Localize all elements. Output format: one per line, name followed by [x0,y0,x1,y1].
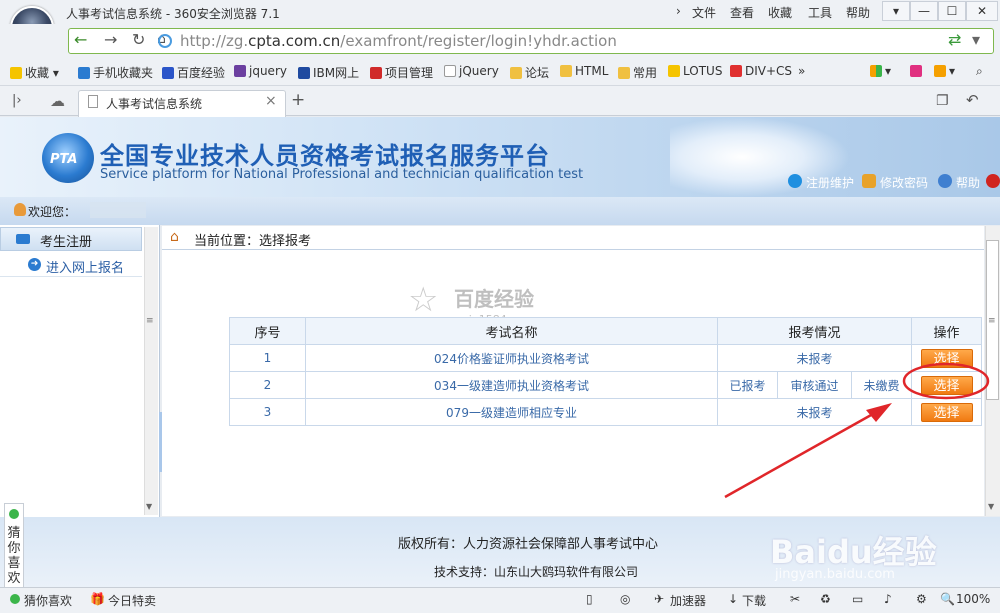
recycle-icon[interactable]: ♻ [820,592,831,606]
zoom-icon: 🔍 [940,592,955,606]
status-dot-icon [9,509,19,519]
baidu-watermark-url: jingyan.baidu.com [775,567,895,582]
status-today-sale[interactable]: 今日特卖 [108,592,156,609]
zoom-level[interactable]: 100% [956,592,990,606]
annotation-circle [902,362,990,400]
status-guess-like[interactable]: 猜你喜欢 [24,592,72,609]
phone-icon[interactable]: ▯ [586,592,593,606]
gift-icon: 🎁 [90,592,105,606]
settings-icon[interactable]: ⚙ [916,592,927,606]
volume-icon[interactable]: ♪ [884,592,892,606]
support-text: 技术支持：山东山大鸥玛软件有限公司 [434,565,639,579]
rocket-icon: ✈ [654,592,665,606]
annotation-arrowhead [866,403,892,422]
browser-icon[interactable]: ◎ [620,592,630,606]
status-accelerator[interactable]: 加速器 [670,592,706,609]
status-dot-icon [10,594,20,604]
status-download[interactable]: 下载 [742,592,766,609]
window-icon[interactable]: ▭ [852,592,863,606]
screenshot-icon[interactable]: ✂ [790,592,800,606]
copyright-text: 版权所有：人力资源社会保障部人事考试中心 [398,537,659,552]
annotation-arrow [724,408,881,499]
download-icon: ↓ [728,592,739,606]
